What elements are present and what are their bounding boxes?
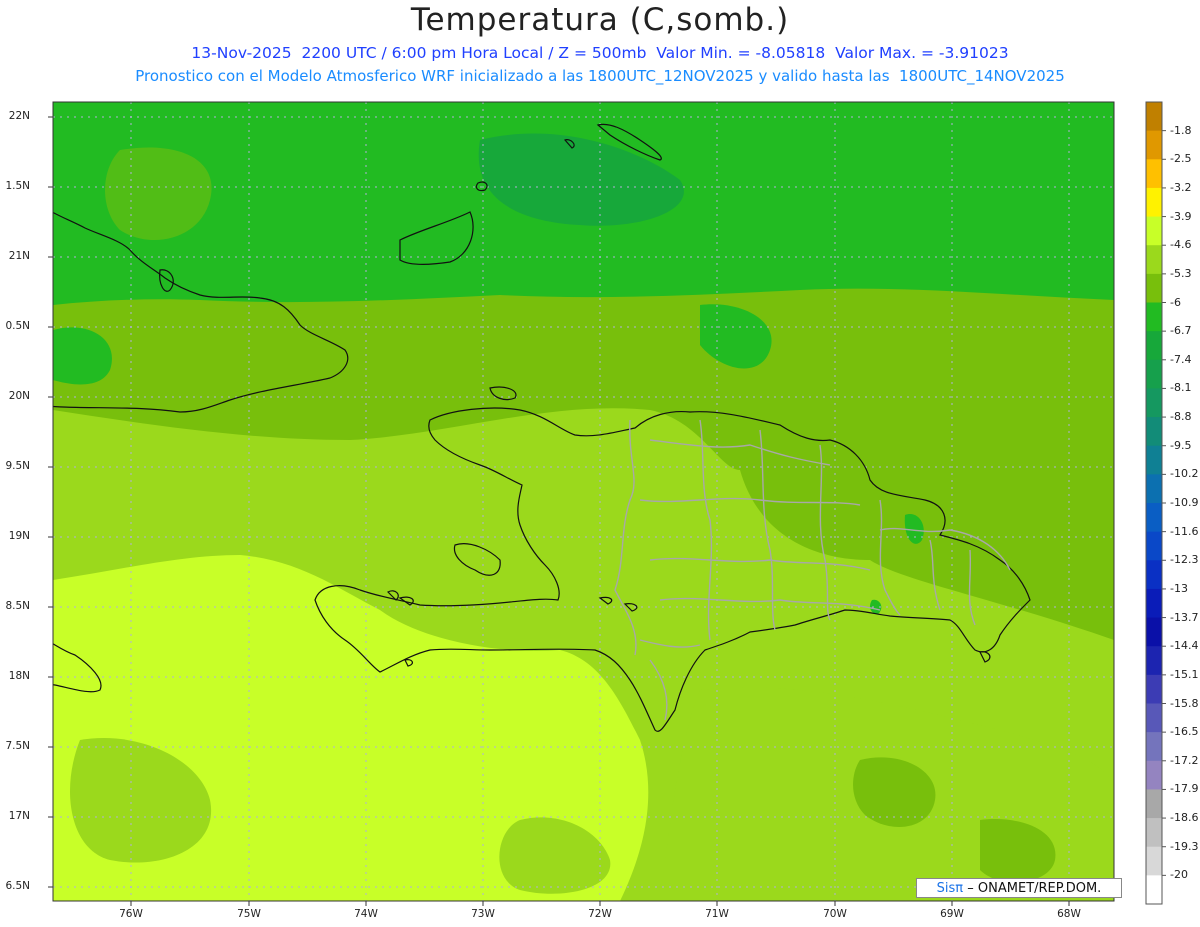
- colorbar: [1145, 101, 1166, 905]
- colorbar-swatch: [1146, 130, 1162, 160]
- lat-label: 7.5N: [5, 740, 30, 752]
- lat-label: 0.5N: [5, 320, 30, 332]
- colorbar-label: -7.4: [1170, 352, 1192, 366]
- colorbar-label: -8.1: [1170, 381, 1192, 395]
- colorbar-swatch: [1146, 674, 1162, 704]
- colorbar-swatch: [1146, 187, 1162, 218]
- colorbar-swatch: [1146, 732, 1162, 762]
- lat-label: 6.5N: [5, 880, 30, 892]
- lat-label: 9.5N: [5, 460, 30, 472]
- colorbar-swatch: [1146, 789, 1162, 819]
- colorbar-label: -12.3: [1170, 553, 1199, 567]
- colorbar-swatch: [1146, 531, 1162, 561]
- colorbar-label: -6: [1170, 295, 1181, 309]
- colorbar-swatch: [1146, 159, 1162, 189]
- colorbar-swatch: [1146, 588, 1162, 619]
- colorbar-swatch: [1146, 359, 1162, 389]
- colorbar-label: -17.2: [1170, 753, 1199, 767]
- colorbar-label: -11.6: [1170, 524, 1199, 538]
- colorbar-swatch: [1146, 273, 1162, 303]
- colorbar-swatch: [1146, 216, 1162, 246]
- lat-label: 21N: [8, 250, 30, 262]
- colorbar-swatch: [1146, 818, 1162, 848]
- colorbar-swatch: [1146, 617, 1162, 647]
- colorbar-swatch: [1146, 846, 1162, 876]
- credit-box: Sisπ – ONAMET/REP.DOM.: [916, 878, 1122, 898]
- colorbar-label: -8.8: [1170, 410, 1192, 424]
- lat-label: 18N: [8, 670, 30, 682]
- colorbar-swatch: [1146, 417, 1162, 447]
- lat-label: 17N: [8, 810, 30, 822]
- colorbar-label: -9.5: [1170, 438, 1192, 452]
- colorbar-label: -15.1: [1170, 667, 1199, 681]
- colorbar-swatch: [1146, 646, 1162, 676]
- colorbar-label: -20: [1170, 868, 1188, 882]
- lat-label: 22N: [8, 110, 30, 122]
- lat-label: 20N: [8, 390, 30, 402]
- lat-label: 1.5N: [5, 180, 30, 192]
- colorbar-swatch: [1146, 245, 1162, 275]
- colorbar-swatch: [1146, 760, 1162, 790]
- colorbar-label: -10.2: [1170, 467, 1199, 481]
- lat-label: 19N: [8, 530, 30, 542]
- colorbar-label: -15.8: [1170, 696, 1199, 710]
- lon-label: 70W: [823, 908, 847, 920]
- colorbar-label: -4.6: [1170, 238, 1192, 252]
- colorbar-label: -10.9: [1170, 496, 1199, 509]
- temperature-field: [53, 102, 1114, 901]
- colorbar-swatch: [1146, 445, 1162, 475]
- colorbar-label: -16.5: [1170, 725, 1199, 739]
- colorbar-swatch: [1146, 875, 1162, 905]
- colorbar-swatch: [1146, 560, 1162, 590]
- colorbar-label: -18.6: [1170, 811, 1199, 825]
- lon-label: 71W: [705, 908, 729, 920]
- colorbar-swatch: [1146, 102, 1162, 132]
- lon-label: 73W: [471, 908, 495, 920]
- colorbar-label: -3.2: [1170, 180, 1192, 194]
- lon-label: 68W: [1057, 908, 1081, 920]
- lon-label: 72W: [588, 908, 612, 920]
- colorbar-label: -13: [1170, 581, 1188, 595]
- colorbar-swatch: [1146, 503, 1162, 533]
- colorbar-label: -13.7: [1170, 610, 1199, 624]
- colorbar-label: -2.5: [1170, 152, 1192, 166]
- lon-label: 69W: [940, 908, 964, 920]
- colorbar-label: -19.3: [1170, 839, 1199, 853]
- colorbar-swatch: [1146, 703, 1162, 733]
- colorbar-label: -6.7: [1170, 324, 1192, 338]
- lon-label: 75W: [237, 908, 261, 920]
- colorbar-swatch: [1146, 388, 1162, 418]
- colorbar-label: -5.3: [1170, 266, 1192, 280]
- colorbar-swatch: [1146, 474, 1162, 504]
- temperature-map: [48, 101, 1166, 906]
- brand-logo-text: Sisπ: [936, 881, 964, 896]
- colorbar-swatch: [1146, 302, 1162, 332]
- lon-label: 76W: [119, 908, 143, 920]
- colorbar-label: -3.9: [1170, 209, 1192, 223]
- colorbar-label: -17.9: [1170, 782, 1199, 796]
- colorbar-label: -14.4: [1170, 639, 1199, 653]
- lon-label: 74W: [354, 908, 378, 920]
- lat-label: 8.5N: [5, 600, 30, 612]
- colorbar-label: -1.8: [1170, 123, 1192, 137]
- colorbar-swatch: [1146, 331, 1162, 361]
- credit-text: – ONAMET/REP.DOM.: [967, 881, 1102, 896]
